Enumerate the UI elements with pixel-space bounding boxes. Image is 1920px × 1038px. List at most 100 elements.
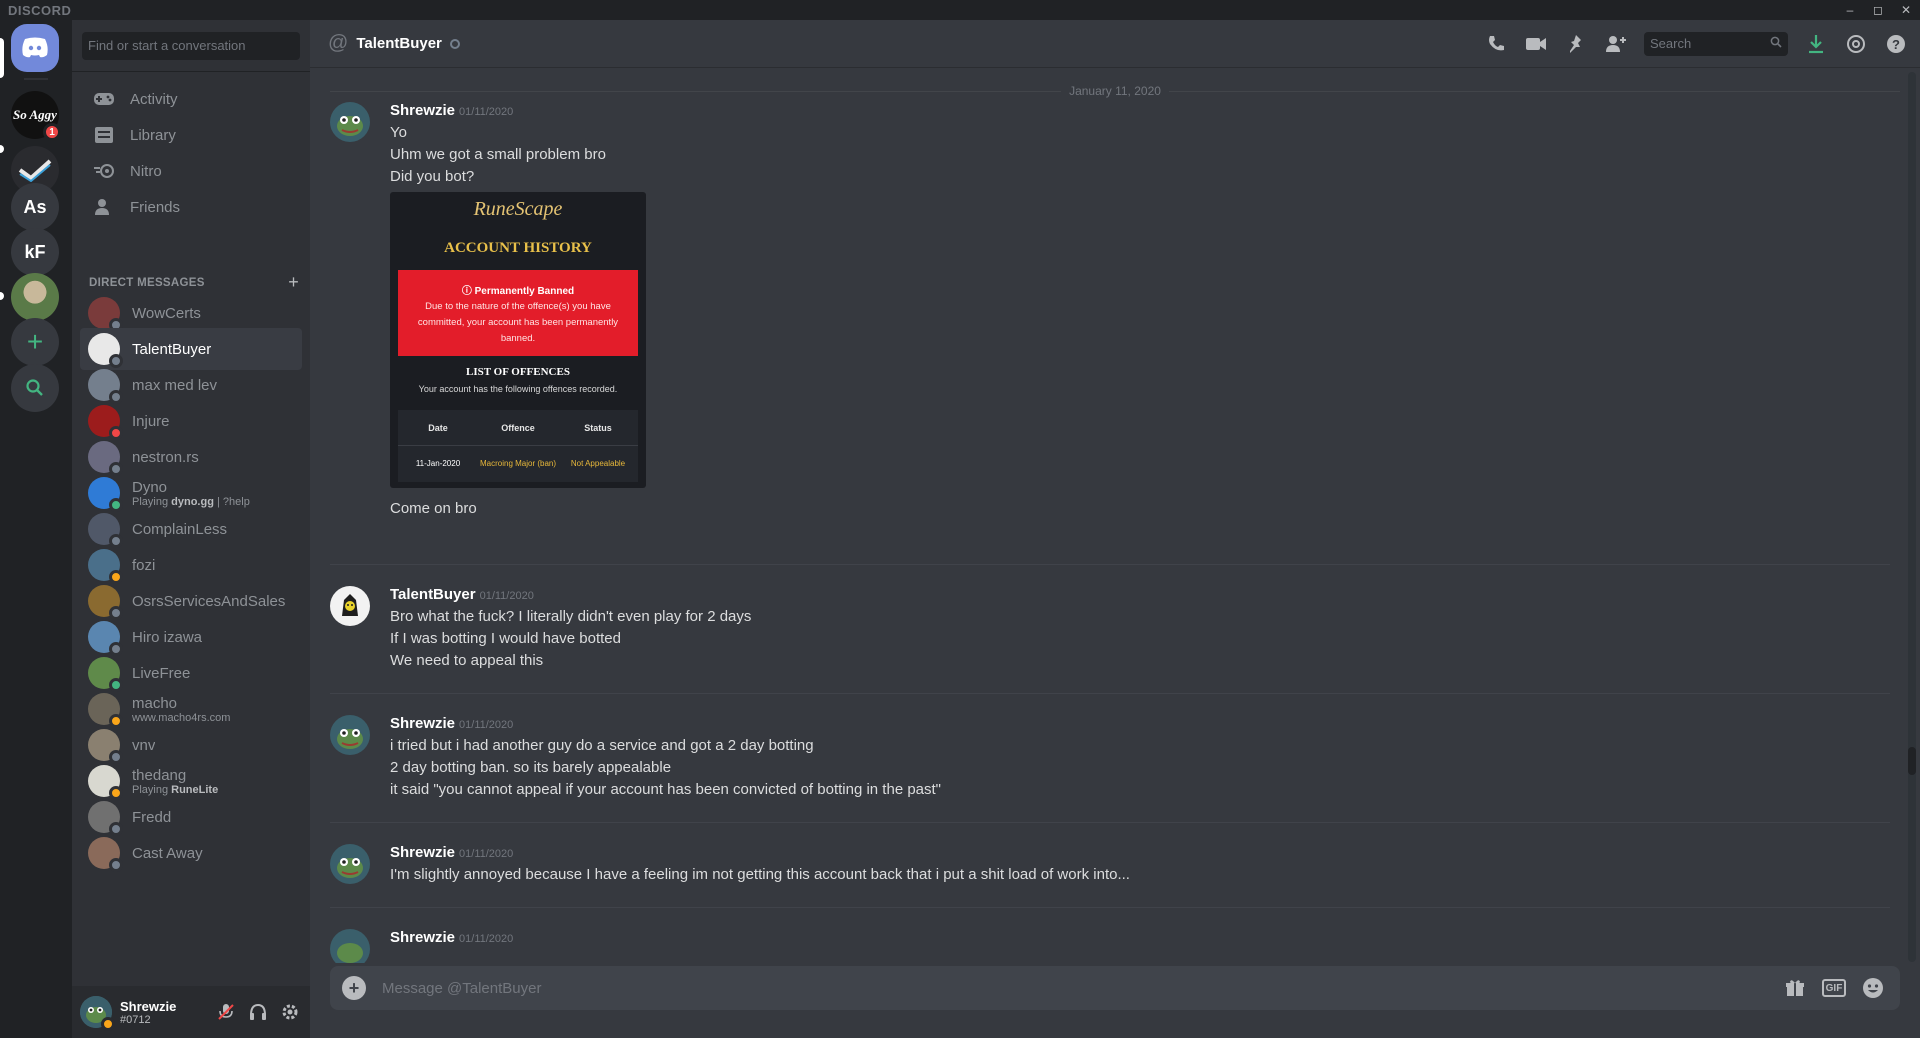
- add-friend-icon[interactable]: [1604, 32, 1628, 56]
- emoji-icon[interactable]: [1860, 976, 1886, 1000]
- dm-names: macho www.macho4rs.com: [132, 695, 230, 724]
- message-text: Yo: [390, 124, 407, 141]
- runescape-logo: RuneScape: [473, 198, 563, 220]
- shrewzie-avatar[interactable]: [330, 929, 370, 963]
- server-kf[interactable]: kF: [11, 228, 59, 276]
- message-group: TalentBuyer 01/11/2020 Bro what the fuck?…: [330, 586, 1890, 672]
- close-icon[interactable]: ✕: [1892, 0, 1920, 20]
- mentions-icon[interactable]: [1844, 32, 1868, 56]
- rail-separator: [24, 78, 48, 80]
- message-author[interactable]: Shrewzie: [390, 929, 455, 946]
- message-author[interactable]: Shrewzie: [390, 102, 455, 119]
- user-info: Shrewzie #0712: [120, 999, 176, 1026]
- server-photo[interactable]: [11, 273, 59, 321]
- nav-friends[interactable]: Friends: [80, 186, 302, 228]
- dm-name: fozi: [132, 556, 156, 574]
- chat-title: TalentBuyer: [356, 35, 442, 52]
- cell-offence: Macroing Major (ban): [479, 458, 557, 468]
- direct-messages-header: DIRECT MESSAGES +: [89, 272, 299, 293]
- nav-nitro-label: Nitro: [130, 162, 162, 180]
- server-sofaggy[interactable]: So Aggy 1: [11, 91, 61, 141]
- dm-names: Dyno Playing dyno.gg | ?help: [132, 479, 250, 508]
- message-author[interactable]: TalentBuyer: [390, 586, 476, 603]
- dm-avatar: [88, 585, 123, 620]
- pin-icon[interactable]: [1564, 32, 1588, 56]
- chat-search-placeholder: Search: [1650, 36, 1692, 51]
- user-panel: Shrewzie #0712: [72, 986, 310, 1038]
- message-input[interactable]: Message @TalentBuyer: [382, 980, 1782, 997]
- gif-button[interactable]: GIF: [1822, 979, 1846, 997]
- find-conversation-input[interactable]: Find or start a conversation: [82, 32, 300, 60]
- message-divider: [330, 693, 1890, 694]
- dm-name: nestron.rs: [132, 448, 199, 466]
- nav-activity-label: Activity: [130, 90, 178, 108]
- checkmark-icon: [18, 159, 52, 182]
- dm-name: Injure: [132, 412, 170, 430]
- message-text: Come on bro: [390, 500, 477, 517]
- server-as[interactable]: As: [11, 183, 59, 231]
- offences-table: Date Offence Status 11-Jan-2020 Macroing…: [398, 410, 638, 482]
- activity-game: RuneLite: [171, 783, 219, 796]
- message-text: 2 day botting ban. so its barely appeala…: [390, 759, 672, 776]
- shrewzie-avatar[interactable]: [330, 844, 370, 884]
- mute-icon[interactable]: [214, 1000, 238, 1024]
- nav-friends-label: Friends: [130, 198, 181, 216]
- activity-game: dyno.gg: [171, 495, 214, 508]
- dm-avatar: [88, 297, 123, 332]
- table-row: 11-Jan-2020 Macroing Major (ban) Not App…: [398, 446, 638, 480]
- shrewzie-avatar[interactable]: [330, 102, 370, 142]
- gift-icon[interactable]: [1782, 976, 1808, 1000]
- talentbuyer-avatar[interactable]: [330, 586, 370, 626]
- dm-activity: www.macho4rs.com: [132, 712, 230, 724]
- status-indicator: [101, 1017, 115, 1031]
- scrollbar-thumb[interactable]: [1908, 747, 1916, 775]
- dm-name: max med lev: [132, 376, 218, 394]
- home-button[interactable]: [11, 24, 59, 72]
- add-server-button[interactable]: +: [11, 318, 59, 366]
- dm-avatar: [88, 837, 123, 872]
- chat-search-input[interactable]: Search: [1644, 32, 1788, 56]
- headphones-icon[interactable]: [246, 1000, 270, 1024]
- settings-gear-icon[interactable]: [278, 1000, 302, 1024]
- dm-sidebar: Find or start a conversation Activity Li…: [72, 20, 310, 1038]
- divider: [72, 71, 310, 72]
- message-text: Bro what the fuck? I literally didn't ev…: [390, 608, 752, 625]
- account-history-screenshot[interactable]: RuneScape ACCOUNT HISTORY ⓘ Permanently …: [390, 192, 646, 488]
- message-text: I'm slightly annoyed because I have a fe…: [390, 866, 1130, 883]
- video-call-icon[interactable]: [1524, 32, 1548, 56]
- message-author[interactable]: Shrewzie: [390, 715, 455, 732]
- download-icon[interactable]: [1804, 32, 1828, 56]
- message-group: Shrewzie 01/11/2020 I'm slightly annoyed …: [330, 844, 1890, 886]
- dm-item[interactable]: Cast Away: [80, 832, 302, 874]
- server-rail: So Aggy 1 As kF +: [0, 20, 72, 1038]
- help-icon[interactable]: ?: [1884, 32, 1908, 56]
- plus-icon: +: [26, 326, 44, 357]
- dm-avatar: [88, 441, 123, 476]
- dm-avatar: [88, 765, 123, 800]
- voice-call-icon[interactable]: [1484, 32, 1508, 56]
- explore-servers-button[interactable]: [11, 364, 59, 412]
- user-avatar[interactable]: [80, 996, 115, 1031]
- create-dm-icon[interactable]: +: [288, 272, 299, 293]
- dm-name: LiveFree: [132, 664, 191, 682]
- chat-scrollbar[interactable]: [1908, 72, 1916, 962]
- dm-avatar: [88, 513, 123, 548]
- minimize-icon[interactable]: –: [1836, 0, 1864, 20]
- activity-prefix: Playing: [132, 495, 172, 508]
- shrewzie-avatar[interactable]: [330, 715, 370, 755]
- direct-messages-title: DIRECT MESSAGES: [89, 276, 205, 289]
- message-author[interactable]: Shrewzie: [390, 844, 455, 861]
- table-header-row: Date Offence Status: [398, 410, 638, 446]
- dm-activity: Playing dyno.gg | ?help: [132, 496, 250, 508]
- dm-name: WowCerts: [132, 304, 201, 322]
- dm-name: Hiro izawa: [132, 628, 203, 646]
- col-status: Status: [584, 422, 612, 433]
- upload-plus-icon[interactable]: +: [342, 976, 366, 1000]
- dm-name: OsrsServicesAndSales: [132, 592, 286, 610]
- maximize-icon[interactable]: ◻: [1864, 0, 1892, 20]
- nitro-icon: [92, 159, 116, 183]
- offences-title: LIST OF OFFENCES: [466, 366, 570, 378]
- dm-names: max med lev: [132, 377, 217, 394]
- dm-avatar: [88, 729, 123, 764]
- message-text: i tried but i had another guy do a servi…: [390, 737, 814, 754]
